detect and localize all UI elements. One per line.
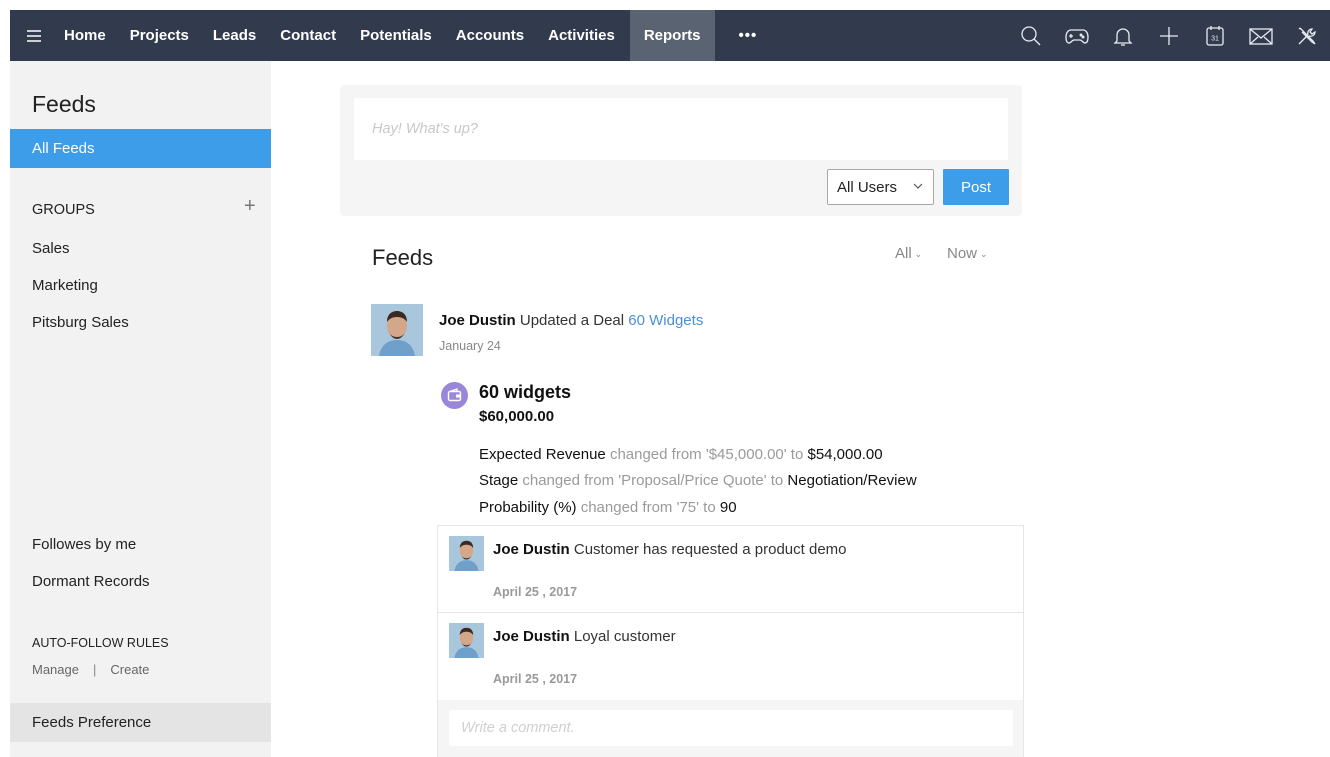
comment-date: April 25 , 2017 <box>493 672 578 686</box>
nav-activities[interactable]: Activities <box>536 10 627 61</box>
deal-link[interactable]: 60 Widgets <box>628 312 703 329</box>
status-input[interactable] <box>354 98 1008 160</box>
change-from: changed from 'Proposal/Price Quote' to <box>522 472 784 489</box>
chevron-down-icon: ⌄ <box>980 249 988 259</box>
audience-select[interactable]: All Users <box>827 169 934 205</box>
avatar[interactable] <box>371 304 423 356</box>
sidebar-item-marketing[interactable]: Marketing <box>32 277 98 294</box>
gamepad-icon[interactable] <box>1054 10 1100 61</box>
comment-text: Joe Dustin Customer has requested a prod… <box>493 541 847 558</box>
nav-reports[interactable]: Reports <box>629 10 715 61</box>
change-expected-revenue: Expected Revenue changed from '$45,000.0… <box>479 446 883 463</box>
comment-date: April 25 , 2017 <box>493 585 578 599</box>
change-from: changed from '$45,000.00' to <box>609 446 804 463</box>
nav-more-button[interactable]: ••• <box>715 10 782 61</box>
filter-time-label: Now <box>947 245 978 262</box>
sidebar-item-followed-by-me[interactable]: Followes by me <box>32 536 136 553</box>
nav-leads[interactable]: Leads <box>201 10 268 61</box>
top-navigation-bar: Home Projects Leads Contact Potentials A… <box>10 10 1330 61</box>
nav-potentials[interactable]: Potentials <box>348 10 444 61</box>
comment-composer <box>438 700 1023 757</box>
feeds-heading: Feeds <box>372 245 434 270</box>
calendar-day-text: 31 <box>1211 35 1219 42</box>
tools-icon[interactable] <box>1284 10 1330 61</box>
add-group-button[interactable]: + <box>244 195 256 218</box>
nav-contact[interactable]: Contact <box>268 10 348 61</box>
sidebar-item-all-feeds[interactable]: All Feeds <box>10 129 271 168</box>
create-link[interactable]: Create <box>110 662 149 677</box>
comment-item: Joe Dustin Customer has requested a prod… <box>438 526 1023 613</box>
sidebar-item-pitsburg-sales[interactable]: Pitsburg Sales <box>32 314 129 331</box>
audience-select-value: All Users <box>837 178 898 196</box>
filter-time-dropdown[interactable]: Now ⌄ <box>947 245 988 262</box>
comment-item: Joe Dustin Loyal customer April 25 , 201… <box>438 615 1023 702</box>
feed-date: January 24 <box>439 339 501 353</box>
comment-text: Joe Dustin Loyal customer <box>493 628 676 645</box>
bell-icon[interactable] <box>1100 10 1146 61</box>
wallet-icon <box>441 382 468 409</box>
mail-icon[interactable] <box>1238 10 1284 61</box>
manage-link[interactable]: Manage <box>32 662 79 677</box>
feed-action: Updated a Deal <box>519 312 625 329</box>
change-to: $54,000.00 <box>807 446 883 463</box>
comment-user-name[interactable]: Joe Dustin <box>493 628 570 645</box>
feed-user-name[interactable]: Joe Dustin <box>439 312 516 329</box>
avatar[interactable] <box>449 623 484 658</box>
deal-amount: $60,000.00 <box>479 408 555 425</box>
sidebar-item-dormant-records[interactable]: Dormant Records <box>32 573 150 590</box>
comment-body: Customer has requested a product demo <box>573 541 847 558</box>
plus-icon[interactable] <box>1146 10 1192 61</box>
comment-user-name[interactable]: Joe Dustin <box>493 541 570 558</box>
comment-body: Loyal customer <box>573 628 676 645</box>
nav-tabs: Home Projects Leads Contact Potentials A… <box>52 10 781 61</box>
change-field: Expected Revenue <box>479 446 606 463</box>
feeds-sidebar: Feeds All Feeds GROUPS + Sales Marketing… <box>10 61 271 757</box>
post-button[interactable]: Post <box>943 169 1009 205</box>
calendar-icon[interactable]: 31 <box>1192 10 1238 61</box>
change-to: Negotiation/Review <box>787 472 917 489</box>
chevron-down-icon <box>913 183 923 189</box>
change-to: 90 <box>719 499 737 516</box>
sidebar-item-sales[interactable]: Sales <box>32 240 70 257</box>
search-icon[interactable] <box>1008 10 1054 61</box>
filter-all-label: All <box>895 245 912 262</box>
comments-panel: Joe Dustin Customer has requested a prod… <box>437 525 1024 757</box>
change-stage: Stage changed from 'Proposal/Price Quote… <box>479 472 917 489</box>
chevron-down-icon: ⌄ <box>914 249 923 259</box>
deal-title: 60 widgets <box>479 382 572 402</box>
avatar[interactable] <box>449 536 484 571</box>
link-separator: | <box>92 662 97 677</box>
nav-projects[interactable]: Projects <box>118 10 201 61</box>
groups-heading: GROUPS <box>32 202 95 218</box>
change-probability: Probability (%) changed from '75' to 90 <box>479 499 737 516</box>
change-from: changed from '75' to <box>580 499 716 516</box>
auto-follow-actions: Manage | Create <box>32 662 149 677</box>
nav-home[interactable]: Home <box>52 10 118 61</box>
comment-input[interactable] <box>449 710 1013 746</box>
sidebar-title: Feeds <box>32 91 96 117</box>
nav-icon-group: 31 <box>1008 10 1330 61</box>
filter-all-dropdown[interactable]: All ⌄ <box>895 245 922 262</box>
auto-follow-rules-heading: AUTO-FOLLOW RULES <box>32 636 169 650</box>
post-composer: All Users Post <box>340 85 1022 216</box>
sidebar-item-feeds-preference[interactable]: Feeds Preference <box>10 703 271 742</box>
feed-summary: Joe Dustin Updated a Deal 60 Widgets <box>439 312 703 329</box>
change-field: Probability (%) <box>479 499 577 516</box>
nav-accounts[interactable]: Accounts <box>444 10 536 61</box>
hamburger-menu-icon[interactable] <box>16 10 52 61</box>
change-field: Stage <box>479 472 519 489</box>
